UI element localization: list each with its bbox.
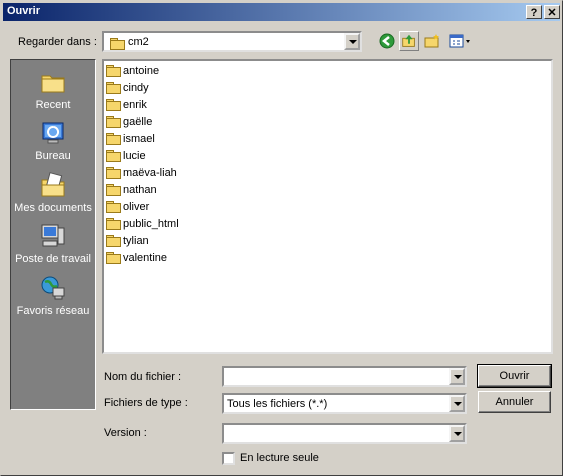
folder-icon — [106, 115, 121, 128]
readonly-label: En lecture seule — [240, 452, 319, 464]
desktop-icon — [42, 122, 64, 144]
view-menu-icon[interactable] — [447, 31, 473, 51]
place-recent[interactable]: Recent — [11, 68, 95, 111]
place-label: Favoris réseau — [16, 305, 90, 317]
filetype-value: Tous les fichiers (*.*) — [227, 398, 328, 410]
folder-icon — [106, 183, 121, 196]
version-combo[interactable] — [222, 423, 467, 444]
window-title: Ouvrir — [7, 5, 41, 17]
place-network[interactable]: Favoris réseau — [11, 274, 95, 317]
list-item[interactable]: cindy — [106, 80, 149, 96]
list-item[interactable]: enrik — [106, 97, 147, 113]
folder-icon — [106, 217, 121, 230]
open-dialog: Ouvrir ? ✕ Regarder dans : cm2 Recent Bu… — [0, 0, 563, 476]
lookin-label: Regarder dans : — [18, 36, 97, 48]
title-bar[interactable]: Ouvrir ? ✕ — [3, 3, 560, 21]
folder-icon — [106, 200, 121, 213]
recent-folder-icon — [41, 75, 65, 93]
file-list[interactable]: antoine cindy enrik gaëlle ismael lucie … — [102, 59, 553, 354]
place-label: Mes documents — [14, 202, 92, 214]
chevron-down-icon[interactable] — [449, 395, 465, 412]
list-item[interactable]: oliver — [106, 199, 149, 215]
list-item[interactable]: maëva-liah — [106, 165, 177, 181]
list-item[interactable]: antoine — [106, 63, 159, 79]
list-item[interactable]: valentine — [106, 250, 167, 266]
close-button[interactable]: ✕ — [544, 5, 560, 19]
my-computer-icon — [41, 224, 65, 247]
place-label: Poste de travail — [15, 253, 91, 265]
places-bar: Recent Bureau Mes documents Poste de tra… — [10, 59, 96, 410]
folder-icon — [106, 64, 121, 77]
list-item[interactable]: public_html — [106, 216, 179, 232]
back-icon[interactable] — [377, 31, 397, 51]
place-label: Bureau — [35, 150, 71, 162]
chevron-down-icon[interactable] — [449, 425, 465, 442]
list-item[interactable]: gaëlle — [106, 114, 152, 130]
folder-icon — [106, 149, 121, 162]
list-item[interactable]: nathan — [106, 182, 157, 198]
list-item[interactable]: lucie — [106, 148, 146, 164]
lookin-value: cm2 — [128, 36, 149, 48]
chevron-down-icon[interactable] — [449, 368, 465, 385]
folder-icon — [106, 251, 121, 264]
up-folder-icon[interactable] — [399, 31, 419, 51]
list-item[interactable]: ismael — [106, 131, 155, 147]
list-item[interactable]: tylian — [106, 233, 149, 249]
place-desktop[interactable]: Bureau — [11, 119, 95, 162]
folder-icon — [106, 166, 121, 179]
folder-icon — [106, 132, 121, 145]
place-my-computer[interactable]: Poste de travail — [11, 222, 95, 265]
filetype-combo[interactable]: Tous les fichiers (*.*) — [222, 393, 467, 414]
readonly-checkbox[interactable] — [222, 452, 235, 465]
filename-label: Nom du fichier : — [104, 371, 182, 383]
version-label: Version : — [104, 427, 147, 439]
open-button[interactable]: Ouvrir — [477, 364, 552, 388]
place-my-documents[interactable]: Mes documents — [11, 171, 95, 214]
cancel-button[interactable]: Annuler — [478, 391, 551, 413]
filetype-label: Fichiers de type : — [104, 397, 188, 409]
folder-icon — [106, 98, 121, 111]
lookin-combo[interactable]: cm2 — [102, 31, 362, 52]
folder-icon — [110, 38, 125, 50]
chevron-down-icon[interactable] — [344, 33, 360, 50]
place-label: Recent — [35, 99, 71, 111]
my-documents-icon — [41, 172, 65, 197]
folder-icon — [106, 234, 121, 247]
filename-combo[interactable] — [222, 366, 467, 387]
new-folder-icon[interactable] — [422, 31, 442, 51]
folder-icon — [106, 81, 121, 94]
network-places-icon — [41, 276, 65, 300]
help-button[interactable]: ? — [526, 5, 542, 19]
